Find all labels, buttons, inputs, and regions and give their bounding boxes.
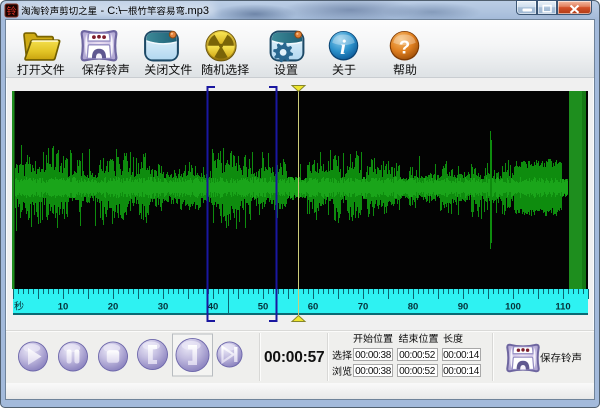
svg-text:.mp3: .mp3 (185, 5, 209, 17)
svg-text:- C:\: - C:\ (101, 5, 123, 17)
